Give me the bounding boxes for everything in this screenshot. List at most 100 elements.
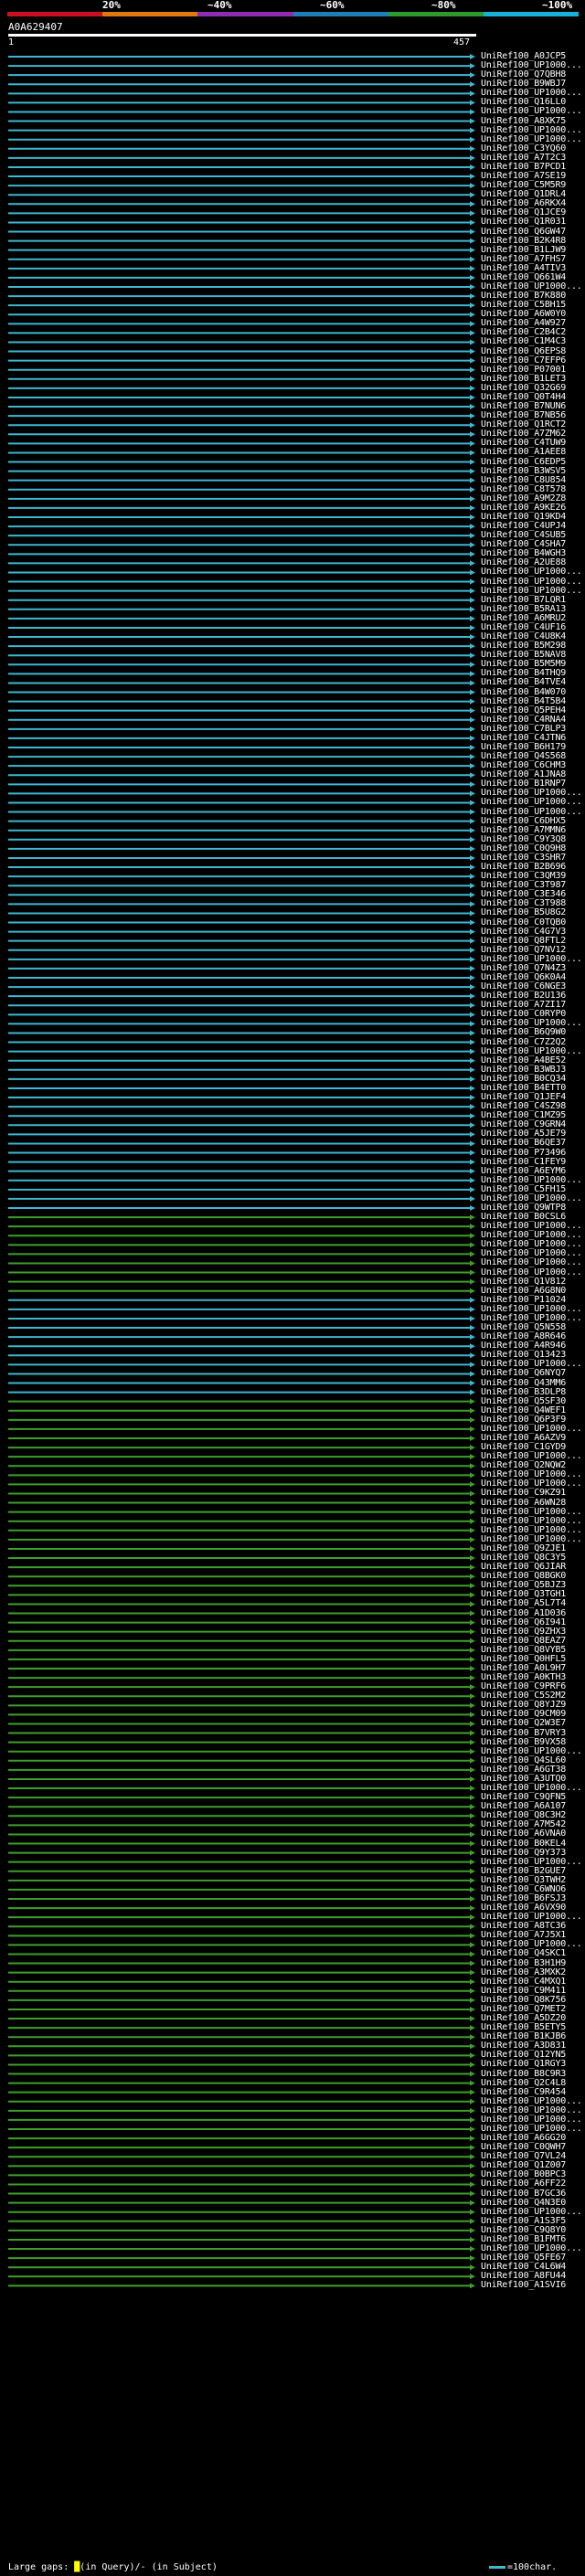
hit-arrow-icon (470, 1030, 475, 1036)
hit-arrow-icon (470, 845, 475, 852)
hit-arrow-icon (470, 219, 475, 226)
hit-arrow-icon (470, 495, 475, 502)
hit-arrow-icon (470, 634, 475, 641)
hit-arrow-icon (470, 597, 475, 603)
legend-in-subject: (in Subject) (151, 2562, 218, 2572)
hit-arrow-icon (470, 1325, 475, 1331)
hit-arrow-icon (470, 385, 475, 391)
hit-arrow-icon (470, 1583, 475, 1589)
hit-arrow-icon (470, 1868, 475, 1874)
hit-arrow-icon (470, 947, 475, 953)
hit-arrow-icon (470, 2154, 475, 2160)
hit-arrow-icon (470, 1739, 475, 1745)
hit-arrow-icon (470, 1951, 475, 1957)
hit-arrow-icon (470, 2190, 475, 2197)
hit-arrow-icon (470, 754, 475, 760)
hit-arrow-icon (470, 404, 475, 410)
hit-arrow-icon (470, 1481, 475, 1488)
hit-arrow-icon (470, 1518, 475, 1524)
hit-arrow-icon (470, 1104, 475, 1110)
hit-arrow-icon (470, 818, 475, 824)
hit-arrow-icon (470, 2034, 475, 2041)
hit-arrow-icon (470, 450, 475, 456)
hit-arrow-icon (470, 1721, 475, 1727)
hit-arrow-icon (470, 422, 475, 429)
hit-arrow-icon (470, 247, 475, 253)
hit-arrow-icon (470, 1831, 475, 1838)
hit-arrow-icon (470, 2227, 475, 2233)
hit-arrow-icon (470, 1398, 475, 1405)
hit-label[interactable]: UniRef100_A1SVI6 (481, 2280, 566, 2290)
legend-scale-line (489, 2565, 505, 2569)
hit-arrow-icon (470, 1426, 475, 1432)
hit-arrow-icon (470, 615, 475, 621)
hit-arrow-icon (470, 183, 475, 189)
hit-arrow-icon (470, 965, 475, 971)
hit-arrow-icon (470, 698, 475, 705)
hit-arrow-icon (470, 1978, 475, 1985)
hit-arrow-icon (470, 1997, 475, 2003)
hit-arrow-icon (470, 689, 475, 695)
hit-arrow-icon (470, 1601, 475, 1607)
hit-arrow-icon (470, 1684, 475, 1691)
hit-arrow-icon (470, 883, 475, 889)
hit-arrow-icon (470, 238, 475, 244)
hit-arrow-icon (470, 1786, 475, 1792)
hit-arrow-icon (470, 440, 475, 447)
hit-arrow-icon (470, 1076, 475, 1082)
hit-arrow-icon (470, 1712, 475, 1718)
hit-arrow-icon (470, 1140, 475, 1147)
hit-arrow-icon (470, 1048, 475, 1055)
hit-arrow-icon (470, 109, 475, 115)
hit-arrow-icon (470, 164, 475, 170)
hit-arrow-icon (470, 2006, 475, 2012)
hit-arrow-icon (470, 1251, 475, 1257)
hit-arrow-icon (470, 956, 475, 962)
legend: Large gaps: █(in Query)/- (in Subject) (8, 2562, 218, 2573)
hit-arrow-icon (470, 1224, 475, 1230)
hit-arrow-icon (470, 2200, 475, 2206)
hit-arrow-icon (470, 606, 475, 612)
legend-dash: - (140, 2562, 146, 2572)
hit-arrow-icon (470, 827, 475, 833)
hit-arrow-icon (470, 1371, 475, 1377)
hit-arrow-icon (470, 726, 475, 732)
hit-arrow-icon (470, 1260, 475, 1267)
hit-arrow-icon (470, 524, 475, 530)
hit-arrow-icon (470, 2080, 475, 2086)
hit-arrow-icon (470, 2052, 475, 2059)
hit-arrow-icon (470, 2145, 475, 2151)
hit-arrow-icon (470, 1822, 475, 1829)
hit-arrow-icon (470, 1813, 475, 1819)
hit-arrow-icon (470, 1545, 475, 1552)
hit-arrow-icon (470, 127, 475, 133)
hit-arrow-icon (470, 2274, 475, 2280)
hit-arrow-icon (470, 1343, 475, 1350)
hit-arrow-icon (470, 1407, 475, 1414)
hit-arrow-icon (470, 901, 475, 907)
hit-arrow-icon (470, 1924, 475, 1930)
hit-arrow-icon (470, 560, 475, 567)
hit-arrow-icon (470, 284, 475, 290)
hit-arrow-icon (470, 321, 475, 327)
hit-arrow-icon (470, 1334, 475, 1341)
hit-arrow-icon (470, 1509, 475, 1515)
hit-arrow-icon (470, 1840, 475, 1847)
hit-arrow-icon (470, 1131, 475, 1138)
hit-arrow-icon (470, 1619, 475, 1626)
hit-arrow-icon (470, 1389, 475, 1395)
hit-arrow-icon (470, 542, 475, 548)
hit-arrow-icon (470, 716, 475, 723)
hit-arrow-icon (470, 100, 475, 106)
hit-arrow-icon (470, 1536, 475, 1542)
hit-arrow-icon (470, 1886, 475, 1892)
hit-arrow-icon (470, 671, 475, 677)
hit-arrow-icon (470, 2246, 475, 2253)
hit-arrow-icon (470, 707, 475, 714)
hit-arrow-icon (470, 1352, 475, 1359)
hit-arrow-icon (470, 1380, 475, 1386)
hit-arrow-icon (470, 2098, 475, 2104)
hit-arrow-icon (470, 2181, 475, 2188)
hit-arrow-icon (470, 1002, 475, 1009)
hit-arrow-icon (470, 1933, 475, 1939)
